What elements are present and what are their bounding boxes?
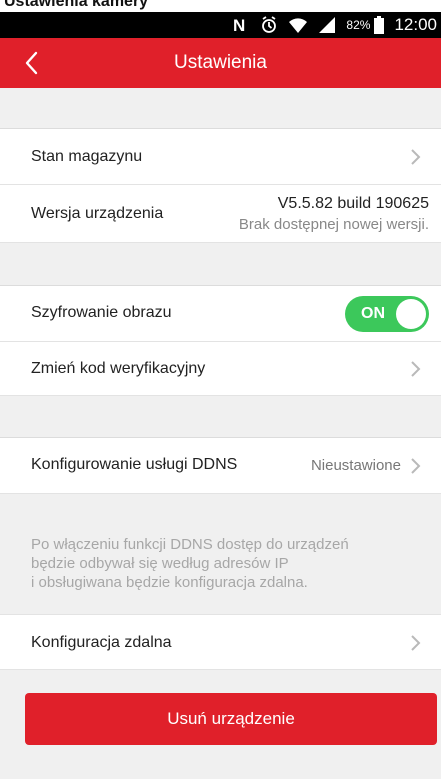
section-spacer: [0, 396, 441, 438]
wifi-icon: [288, 16, 308, 34]
status-time: 12:00: [394, 15, 437, 34]
ddns-config-label: Konfigurowanie usługi DDNS: [31, 456, 238, 473]
ddns-status-value: Nieustawione: [310, 457, 401, 474]
device-version-row: Wersja urządzenia V5.5.82 build 190625 B…: [0, 185, 441, 243]
status-bar: N 82% 12:00: [0, 12, 441, 38]
nfc-icon: N: [232, 16, 250, 34]
section-spacer: [0, 243, 441, 286]
alarm-icon: [260, 16, 278, 34]
ddns-note-line: Po włączeniu funkcji DDNS dostęp do urzą…: [31, 536, 349, 553]
storage-status-label: Stan magazynu: [31, 148, 143, 165]
svg-text:N: N: [233, 16, 245, 34]
battery-percent: 82%: [346, 18, 371, 32]
signal-icon: [318, 16, 336, 34]
toggle-state-label: ON: [361, 305, 385, 322]
top-app-bar: Ustawienia: [0, 38, 441, 88]
change-verification-code-row[interactable]: Zmień kod weryfikacyjny: [0, 342, 441, 396]
update-status-text: Brak dostępnej nowej wersji.: [238, 216, 429, 233]
remote-config-label: Konfiguracja zdalna: [31, 634, 172, 651]
section-spacer: [0, 88, 441, 129]
device-version-value: V5.5.82 build 190625: [277, 195, 429, 212]
storage-status-row[interactable]: Stan magazynu: [0, 129, 441, 185]
toggle-knob: [396, 299, 426, 329]
ddns-note-line: i obsługiwana będzie konfiguracja zdalna…: [31, 574, 308, 591]
ddns-info-note: Po włączeniu funkcji DDNS dostęp do urzą…: [31, 535, 431, 592]
device-version-info: V5.5.82 build 190625 Brak dostępnej nowe…: [239, 195, 429, 233]
chevron-right-icon: [409, 457, 421, 475]
remote-config-row[interactable]: Konfiguracja zdalna: [0, 614, 441, 670]
image-encryption-toggle[interactable]: ON: [345, 296, 429, 332]
page-title: Ustawienia: [174, 52, 267, 73]
image-encryption-row: Szyfrowanie obrazu ON: [0, 286, 441, 342]
battery-icon: [374, 16, 385, 34]
ddns-config-row[interactable]: Konfigurowanie usługi DDNS Nieustawione: [0, 438, 441, 494]
image-encryption-label: Szyfrowanie obrazu: [31, 304, 172, 321]
screen-caption: Ustawienia kamery: [0, 0, 441, 12]
ddns-note-line: będzie odbywał się według adresów IP: [31, 555, 289, 572]
chevron-right-icon: [409, 360, 421, 378]
back-arrow-icon[interactable]: [22, 50, 42, 76]
delete-device-button[interactable]: Usuń urządzenie: [25, 693, 437, 745]
device-version-label: Wersja urządzenia: [31, 205, 164, 222]
chevron-right-icon: [409, 148, 421, 166]
change-verification-code-label: Zmień kod weryfikacyjny: [31, 360, 206, 377]
chevron-right-icon: [409, 634, 421, 652]
